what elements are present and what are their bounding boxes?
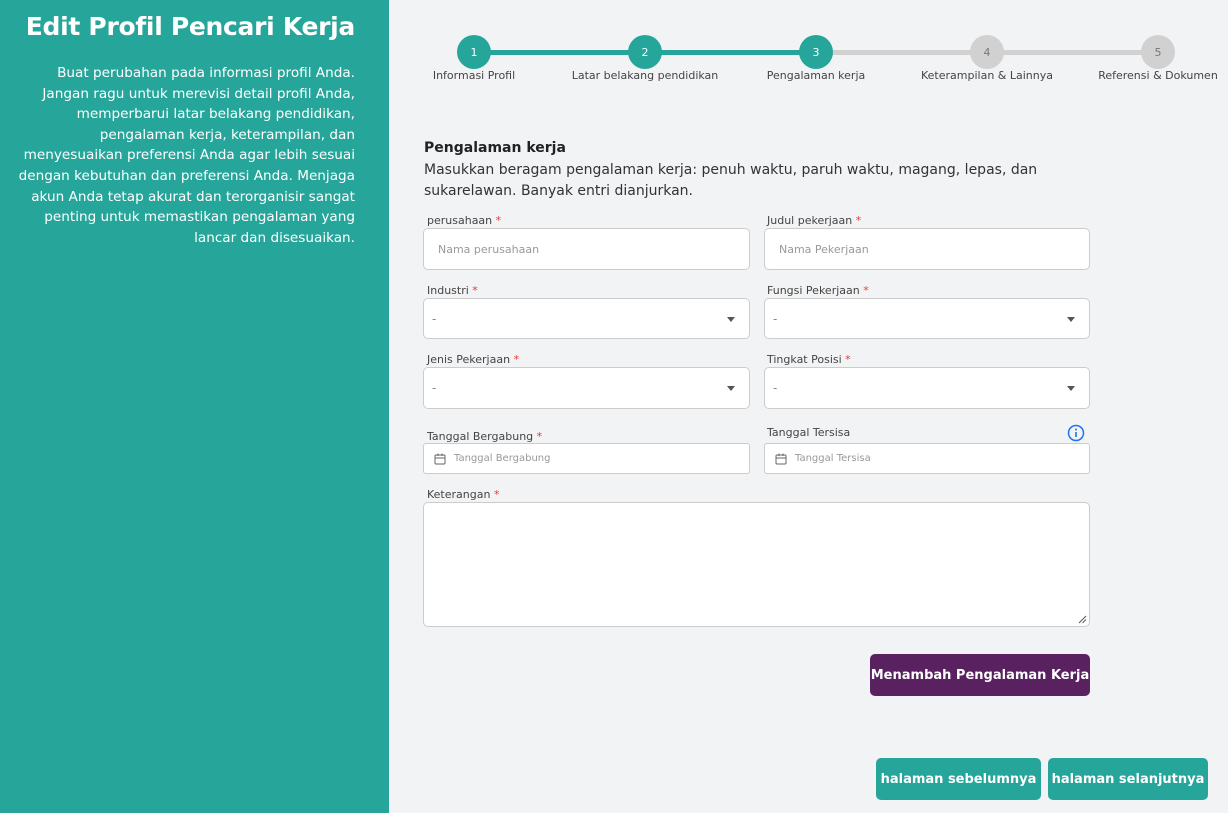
industry-label: Industri * <box>427 284 478 297</box>
section-description: Masukkan beragam pengalaman kerja: penuh… <box>424 162 1038 199</box>
step-2-circle[interactable]: 2 <box>628 35 662 69</box>
page-title: Edit Profil Pencari Kerja <box>25 12 356 41</box>
section-title: Pengalaman kerja <box>424 140 566 156</box>
previous-page-button[interactable]: halaman sebelumnya <box>876 758 1041 800</box>
step-4-circle[interactable]: 4 <box>970 35 1004 69</box>
add-experience-button[interactable]: Menambah Pengalaman Kerja <box>870 654 1090 696</box>
end-date-label: Tanggal Tersisa <box>767 426 851 439</box>
join-date-label: Tanggal Bergabung * <box>427 430 543 443</box>
step-3-label: Pengalaman kerja <box>766 69 866 82</box>
page-description: Buat perubahan pada informasi profil And… <box>18 65 355 246</box>
job-function-label: Fungsi Pekerjaan * <box>767 284 869 297</box>
job-function-select[interactable]: - <box>764 298 1090 339</box>
step-2-label: Latar belakang pendidikan <box>571 69 719 82</box>
calendar-icon <box>434 453 446 464</box>
chevron-down-icon <box>727 386 735 391</box>
step-1-label: Informasi Profil <box>432 69 516 82</box>
step-4-label: Keterampilan & Lainnya <box>921 69 1053 82</box>
chevron-down-icon <box>1067 316 1075 322</box>
calendar-icon <box>775 453 787 464</box>
job-title-label: Judul pekerjaan * <box>767 214 862 227</box>
chevron-down-icon <box>1067 386 1075 391</box>
description-label: Keterangan * <box>427 488 500 501</box>
position-level-label: Tingkat Posisi * <box>767 353 851 366</box>
step-5-label: Referensi & Dokumen <box>1098 69 1218 82</box>
company-input[interactable]: Nama perusahaan <box>423 228 750 270</box>
step-3-circle[interactable]: 3 <box>799 35 833 69</box>
end-date-field[interactable]: Tanggal Tersisa <box>764 443 1090 474</box>
company-label: perusahaan * <box>427 214 502 227</box>
resize-handle-icon[interactable] <box>1078 615 1087 624</box>
job-type-select[interactable]: - <box>423 367 750 409</box>
industry-select[interactable]: - <box>423 298 750 339</box>
info-icon[interactable] <box>1067 424 1085 442</box>
sidebar: Edit Profil Pencari Kerja Buat perubahan… <box>0 0 389 813</box>
chevron-down-icon <box>727 316 735 322</box>
step-1-circle[interactable]: 1 <box>457 35 491 69</box>
job-type-label: Jenis Pekerjaan * <box>427 353 520 366</box>
position-level-select[interactable]: - <box>764 367 1090 409</box>
description-textarea[interactable] <box>423 502 1090 627</box>
main-content: 1 2 3 4 5 Informasi Profil Latar belakan… <box>389 0 1228 813</box>
job-title-input[interactable]: Nama Pekerjaan <box>764 228 1090 270</box>
join-date-field[interactable]: Tanggal Bergabung <box>423 443 750 474</box>
step-5-circle[interactable]: 5 <box>1141 35 1175 69</box>
progress-stepper: 1 2 3 4 5 Informasi Profil Latar belakan… <box>389 35 1228 95</box>
next-page-button[interactable]: halaman selanjutnya <box>1048 758 1208 800</box>
